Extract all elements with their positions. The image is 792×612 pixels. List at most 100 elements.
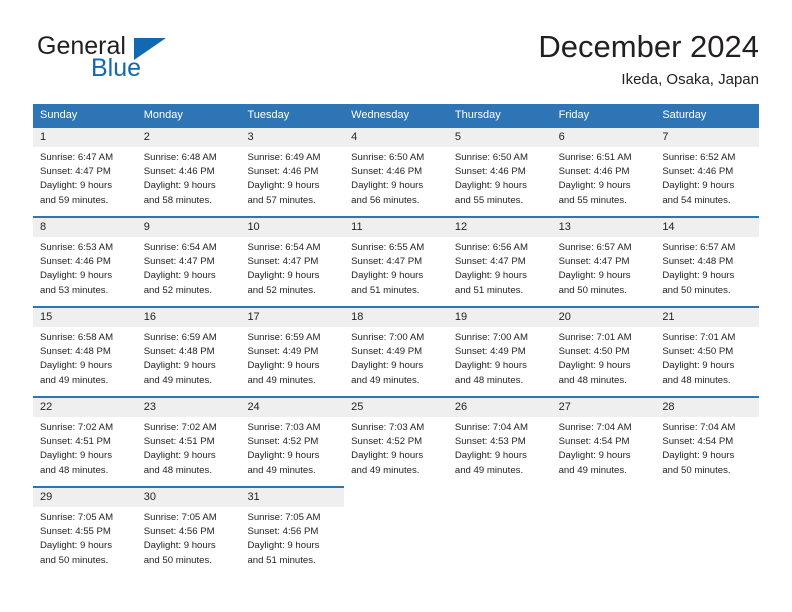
calendar-day-cell[interactable]: 29 Sunrise: 7:05 AM Sunset: 4:55 PM Dayligh…: [33, 486, 137, 576]
calendar-day-cell[interactable]: 5 Sunrise: 6:50 AM Sunset: 4:46 PM Daylight…: [447, 126, 552, 216]
calendar-day-cell[interactable]: 28 Sunrise: 7:04 AM Sunset: 4:54 PM Dayligh…: [655, 396, 760, 486]
day-details: Sunrise: 6:57 AM Sunset: 4:47 PM Daylight:…: [552, 237, 656, 298]
day-details: Sunrise: 6:47 AM Sunset: 4:47 PM Daylight:…: [33, 147, 137, 208]
day-details: Sunrise: 6:54 AM Sunset: 4:47 PM Daylight:…: [137, 237, 241, 298]
calendar-day-cell[interactable]: 3 Sunrise: 6:49 AM Sunset: 4:46 PM Daylight…: [240, 126, 345, 216]
calendar-day-cell[interactable]: 13 Sunrise: 6:57 AM Sunset: 4:47 PM Dayligh…: [551, 216, 656, 306]
day-details: Sunrise: 6:52 AM Sunset: 4:46 PM Daylight:…: [655, 147, 759, 208]
calendar-day-cell[interactable]: 14 Sunrise: 6:57 AM Sunset: 4:48 PM Dayligh…: [655, 216, 760, 306]
day-detail-line: Sunrise: 6:55 AM: [351, 242, 425, 253]
day-detail-line: Sunrise: 7:05 AM: [247, 512, 321, 523]
day-detail-line: Sunrise: 6:50 AM: [454, 152, 528, 163]
day-detail-line: Sunrise: 7:00 AM: [351, 332, 425, 343]
calendar-week-row: 15 Sunrise: 6:58 AM Sunset: 4:48 PM Dayligh…: [33, 306, 760, 396]
calendar-day-cell[interactable]: 11 Sunrise: 6:55 AM Sunset: 4:47 PM Dayligh…: [344, 216, 448, 306]
day-detail-line: and 54 minutes.: [662, 194, 731, 206]
calendar-day-cell[interactable]: 23 Sunrise: 7:02 AM Sunset: 4:51 PM Dayligh…: [136, 396, 241, 486]
calendar-day-cell[interactable]: 9 Sunrise: 6:54 AM Sunset: 4:47 PM Daylight…: [136, 216, 241, 306]
calendar-week-row: 29 Sunrise: 7:05 AM Sunset: 4:55 PM Dayligh…: [33, 486, 759, 576]
calendar-day-cell[interactable]: 18 Sunrise: 7:00 AM Sunset: 4:49 PM Dayligh…: [344, 306, 448, 396]
calendar-day-cell[interactable]: 21 Sunrise: 7:01 AM Sunset: 4:50 PM Dayligh…: [655, 306, 760, 396]
day-number: 31: [240, 488, 345, 507]
day-detail-line: Sunset: 4:54 PM: [662, 436, 734, 448]
day-detail-line: Sunset: 4:52 PM: [351, 436, 423, 448]
title-block: December 2024 Ikeda, Osaka, Japan: [538, 28, 759, 91]
day-detail-line: Sunset: 4:56 PM: [143, 526, 215, 538]
weekday-header-monday: Monday: [143, 109, 183, 121]
day-number: 2: [136, 128, 241, 147]
calendar-day-cell[interactable]: 17 Sunrise: 6:59 AM Sunset: 4:49 PM Dayligh…: [240, 306, 345, 396]
calendar-day-cell[interactable]: 4 Sunrise: 6:50 AM Sunset: 4:46 PM Daylight…: [344, 126, 448, 216]
calendar-day-cell[interactable]: 26 Sunrise: 7:04 AM Sunset: 4:53 PM Dayligh…: [447, 396, 552, 486]
brand-logo[interactable]: General Blue: [33, 32, 263, 94]
day-detail-line: and 50 minutes.: [662, 464, 731, 476]
day-detail-line: Daylight: 9 hours: [143, 180, 216, 192]
day-number: 23: [136, 398, 241, 417]
day-detail-line: Sunrise: 6:59 AM: [247, 332, 321, 343]
day-detail-line: Sunset: 4:53 PM: [454, 436, 526, 448]
day-detail-line: Sunrise: 7:05 AM: [143, 512, 217, 523]
calendar-day-cell[interactable]: 15 Sunrise: 6:58 AM Sunset: 4:48 PM Dayligh…: [33, 306, 137, 396]
day-number: 3: [240, 128, 345, 147]
calendar-day-cell[interactable]: 31 Sunrise: 7:05 AM Sunset: 4:56 PM Dayligh…: [240, 486, 345, 576]
day-details: Sunrise: 7:04 AM Sunset: 4:53 PM Daylight:…: [448, 417, 552, 478]
calendar-day-cell[interactable]: 2 Sunrise: 6:48 AM Sunset: 4:46 PM Daylight…: [136, 126, 241, 216]
day-details: Sunrise: 7:02 AM Sunset: 4:51 PM Daylight:…: [137, 417, 241, 478]
calendar-day-cell[interactable]: 16 Sunrise: 6:59 AM Sunset: 4:48 PM Dayligh…: [136, 306, 241, 396]
day-detail-line: and 50 minutes.: [40, 554, 109, 566]
day-detail-line: Sunset: 4:52 PM: [247, 436, 319, 448]
day-detail-line: Sunrise: 7:03 AM: [247, 422, 321, 433]
calendar-day-cell[interactable]: 7 Sunrise: 6:52 AM Sunset: 4:46 PM Daylight…: [655, 126, 760, 216]
day-number: 14: [655, 218, 760, 237]
day-detail-line: and 49 minutes.: [143, 374, 212, 386]
day-detail-line: Sunset: 4:46 PM: [558, 166, 630, 178]
calendar-day-cell[interactable]: 27 Sunrise: 7:04 AM Sunset: 4:54 PM Dayligh…: [551, 396, 656, 486]
day-detail-line: Sunset: 4:47 PM: [454, 256, 526, 268]
day-details: Sunrise: 7:01 AM Sunset: 4:50 PM Daylight:…: [655, 327, 759, 388]
day-details: Sunrise: 6:51 AM Sunset: 4:46 PM Daylight:…: [552, 147, 656, 208]
calendar-day-cell[interactable]: 24 Sunrise: 7:03 AM Sunset: 4:52 PM Dayligh…: [240, 396, 345, 486]
day-detail-line: Daylight: 9 hours: [558, 180, 631, 192]
calendar-day-cell[interactable]: 10 Sunrise: 6:54 AM Sunset: 4:47 PM Dayligh…: [240, 216, 345, 306]
day-detail-line: Sunrise: 6:57 AM: [662, 242, 736, 253]
day-detail-line: Daylight: 9 hours: [662, 180, 735, 192]
day-detail-line: Sunrise: 6:48 AM: [143, 152, 217, 163]
page-header: General Blue December 2024 Ikeda, Osaka,…: [33, 28, 759, 98]
brand-name-blue: Blue: [91, 54, 142, 82]
day-details: Sunrise: 6:59 AM Sunset: 4:48 PM Daylight:…: [137, 327, 241, 388]
calendar-day-cell[interactable]: 12 Sunrise: 6:56 AM Sunset: 4:47 PM Dayligh…: [447, 216, 552, 306]
weekday-header-row: Sunday Monday Tuesday Wednesday Thursday Frid…: [33, 104, 759, 126]
day-detail-line: Daylight: 9 hours: [351, 180, 424, 192]
calendar-day-cell[interactable]: 19 Sunrise: 7:00 AM Sunset: 4:49 PM Dayligh…: [447, 306, 552, 396]
day-number: 5: [447, 128, 552, 147]
day-detail-line: Sunrise: 7:02 AM: [40, 422, 114, 433]
day-detail-line: and 48 minutes.: [454, 374, 524, 386]
day-detail-line: Daylight: 9 hours: [40, 180, 112, 192]
weekday-header-sunday: Sunday: [40, 109, 78, 121]
calendar-day-cell[interactable]: 22 Sunrise: 7:02 AM Sunset: 4:51 PM Dayligh…: [33, 396, 137, 486]
day-number: 17: [240, 308, 345, 327]
day-number: 8: [33, 218, 137, 237]
calendar-empty-cell: [655, 486, 759, 576]
calendar-empty-cell: [448, 486, 552, 576]
day-detail-line: Sunset: 4:48 PM: [40, 346, 111, 358]
day-details: Sunrise: 7:03 AM Sunset: 4:52 PM Daylight:…: [344, 417, 448, 478]
calendar-day-cell[interactable]: 25 Sunrise: 7:03 AM Sunset: 4:52 PM Dayligh…: [344, 396, 448, 486]
day-detail-line: Sunset: 4:49 PM: [247, 346, 319, 358]
day-details: Sunrise: 6:50 AM Sunset: 4:46 PM Daylight:…: [448, 147, 552, 208]
day-number: 6: [551, 128, 656, 147]
day-detail-line: Sunset: 4:46 PM: [40, 256, 111, 268]
day-details: Sunrise: 6:55 AM Sunset: 4:47 PM Daylight:…: [344, 237, 448, 298]
day-detail-line: Sunrise: 6:58 AM: [40, 332, 114, 343]
day-detail-line: Daylight: 9 hours: [40, 270, 112, 282]
day-detail-line: Sunset: 4:47 PM: [40, 166, 111, 178]
day-details: Sunrise: 6:58 AM Sunset: 4:48 PM Daylight:…: [33, 327, 137, 388]
day-details: Sunrise: 7:05 AM Sunset: 4:56 PM Daylight:…: [240, 507, 344, 568]
day-detail-line: and 53 minutes.: [40, 284, 109, 296]
day-detail-line: Sunrise: 7:04 AM: [454, 422, 528, 433]
calendar-day-cell[interactable]: 6 Sunrise: 6:51 AM Sunset: 4:46 PM Daylight…: [551, 126, 656, 216]
calendar-day-cell[interactable]: 8 Sunrise: 6:53 AM Sunset: 4:46 PM Daylight…: [33, 216, 137, 306]
calendar-day-cell[interactable]: 30 Sunrise: 7:05 AM Sunset: 4:56 PM Dayligh…: [136, 486, 241, 576]
calendar-day-cell[interactable]: 20 Sunrise: 7:01 AM Sunset: 4:50 PM Dayligh…: [551, 306, 656, 396]
calendar-day-cell[interactable]: 1 Sunrise: 6:47 AM Sunset: 4:47 PM Daylight…: [33, 126, 137, 216]
